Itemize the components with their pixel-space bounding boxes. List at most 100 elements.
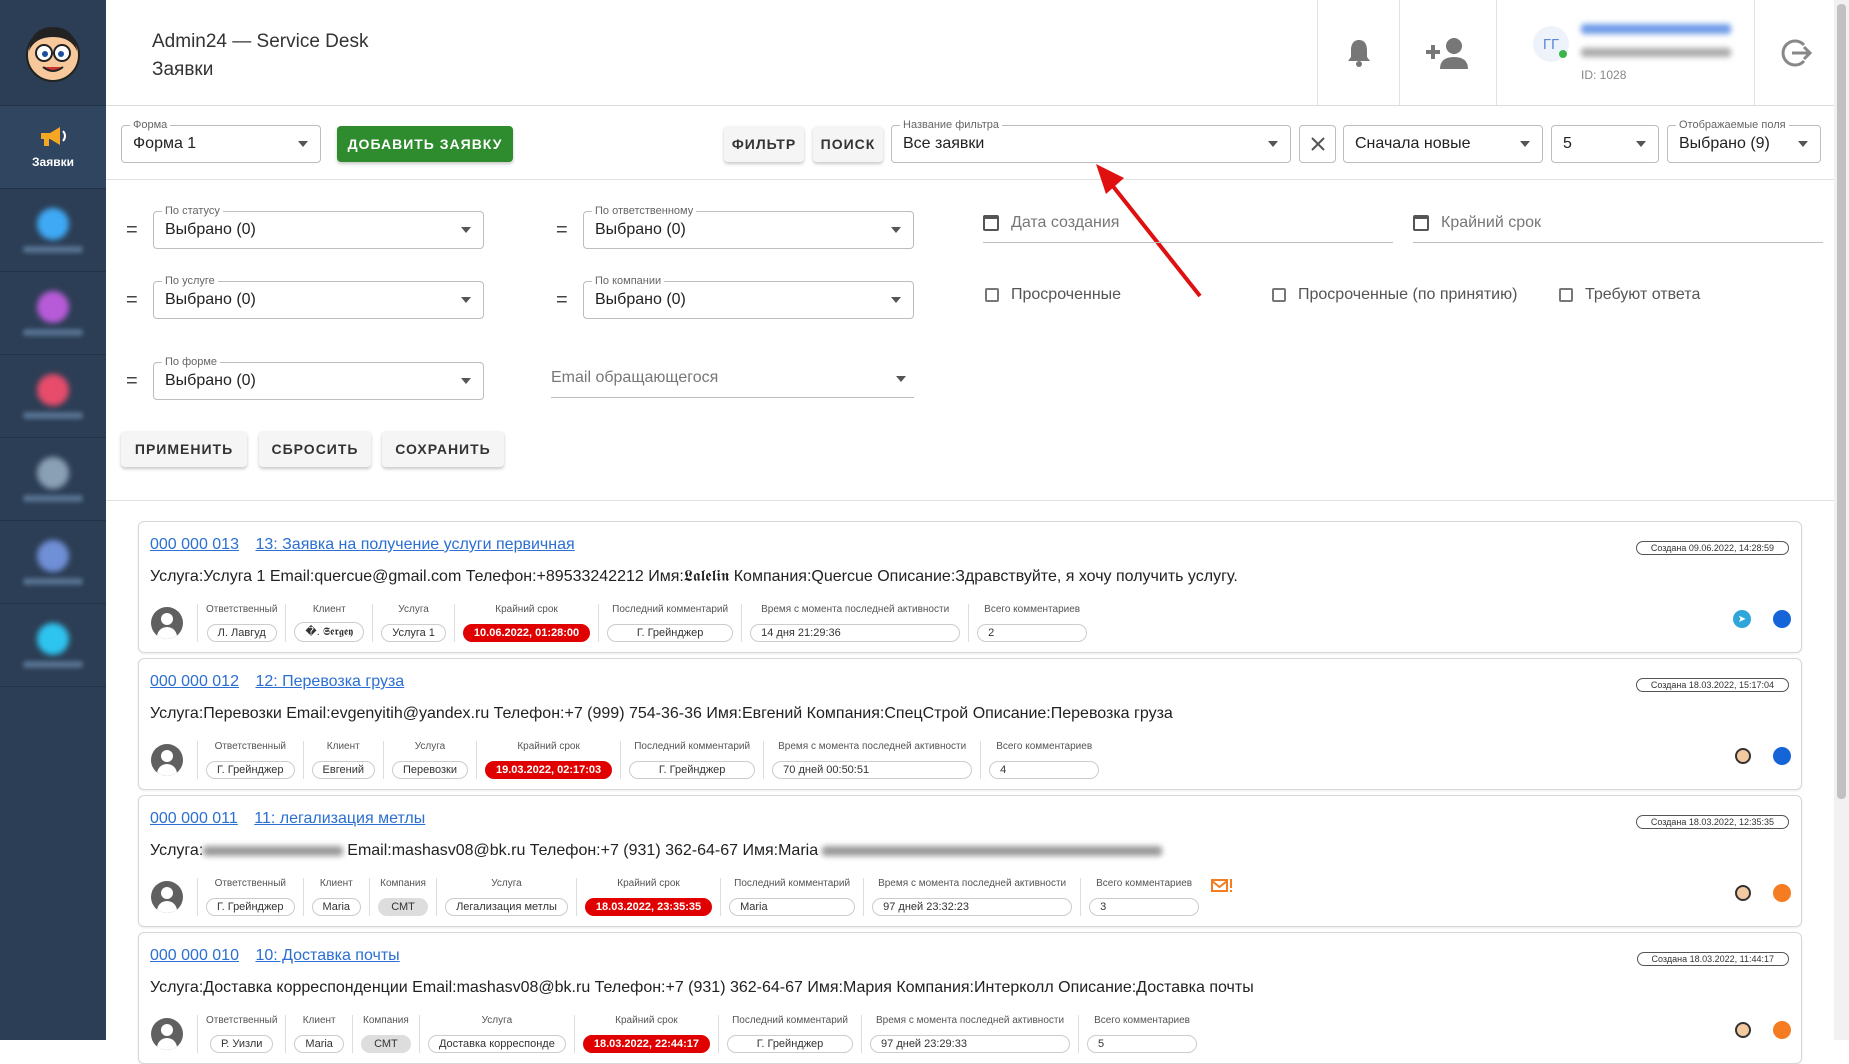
deadline-value: 19.03.2022, 02:17:03 [484, 761, 613, 779]
page-title: Заявки [152, 59, 214, 80]
save-button[interactable]: СОХРАНИТЬ [382, 431, 504, 467]
form-filter-select[interactable]: По форме Выбрано (0) [153, 355, 484, 400]
service-filter-select[interactable]: По услуге Выбрано (0) [153, 274, 484, 319]
service-value: Услуга 1 [381, 624, 446, 642]
agent-avatar-icon [1735, 885, 1751, 901]
ticket-number-link[interactable]: 000 000 011 [150, 810, 238, 827]
need-reply-checkbox[interactable]: Требуют ответа [1559, 286, 1700, 304]
filters-panel: = По статусу Выбрано (0) = По ответствен… [106, 181, 1834, 501]
company-filter-select[interactable]: По компании Выбрано (0) [583, 274, 914, 319]
add-ticket-button[interactable]: ДОБАВИТЬ ЗАЯВКУ [337, 126, 513, 162]
ticket-number-link[interactable]: 000 000 013 [150, 536, 239, 553]
responsible-value: Л. Лавгуд [206, 624, 277, 642]
logout-icon [1781, 39, 1812, 66]
clear-filter-button[interactable] [1299, 125, 1336, 163]
ticket-number-link[interactable]: 000 000 012 [150, 673, 239, 690]
user-name-blurred [1581, 24, 1731, 34]
activity-time-value: 97 дней 23:29:33 [870, 1035, 1071, 1053]
form-select[interactable]: Форма Форма 1 [121, 118, 321, 163]
ticket-card[interactable]: 000 000 011 11: легализация метлы Создан… [138, 795, 1802, 927]
status-filter-select[interactable]: По статусу Выбрано (0) [153, 204, 484, 249]
created-date-field[interactable]: Дата создания [983, 203, 1393, 243]
online-status-dot [1559, 50, 1567, 58]
sidebar-item-4[interactable] [0, 438, 106, 521]
ticket-card[interactable]: 000 000 013 13: Заявка на получение услу… [138, 521, 1802, 653]
deadline-date-field[interactable]: Крайний срок [1413, 203, 1823, 243]
created-badge: Создана 18.03.2022, 12:35:35 [1635, 815, 1789, 829]
apply-button[interactable]: ПРИМЕНИТЬ [121, 431, 247, 467]
sidebar-item-1[interactable] [0, 189, 106, 272]
sort-select[interactable]: Сначала новые [1343, 125, 1543, 163]
comments-count-value: 5 [1087, 1035, 1198, 1053]
ticket-title-link[interactable]: 12: Перевозка груза [255, 673, 404, 690]
last-comment-value: Г. Грейнджер [629, 761, 756, 779]
equals-operator-icon[interactable]: = [126, 219, 138, 242]
equals-operator-icon[interactable]: = [556, 219, 568, 242]
created-badge: Создана 18.03.2022, 11:44:17 [1636, 952, 1789, 966]
filter-name-select[interactable]: Название фильтра Все заявки [891, 118, 1291, 163]
calendar-icon [983, 214, 999, 231]
activity-time-value: 14 дня 21:29:36 [750, 624, 961, 642]
user-profile[interactable]: ГГ ID: 1028 [1496, 0, 1754, 105]
equals-operator-icon[interactable]: = [556, 289, 568, 312]
ticket-title-link[interactable]: 11: легализация метлы [254, 810, 425, 827]
scrollbar-thumb[interactable] [1837, 4, 1846, 799]
sidebar-item-tickets[interactable]: Заявки [0, 106, 106, 189]
unread-mail-icon [1211, 879, 1233, 892]
add-user-button[interactable] [1399, 0, 1496, 105]
avatar [151, 744, 183, 776]
deadline-value: 18.03.2022, 22:44:17 [582, 1035, 711, 1053]
redacted-text [203, 845, 344, 856]
ticket-description: Услуга:Услуга 1 Email:quercue@gmail.com … [150, 568, 1238, 585]
blurred-icon [37, 373, 69, 406]
ticket-number-link[interactable]: 000 000 010 [150, 947, 239, 964]
telegram-icon: ➤ [1733, 610, 1751, 628]
ticket-title-link[interactable]: 13: Заявка на получение услуги первичная [255, 536, 574, 553]
user-role-blurred [1581, 48, 1731, 57]
overdue-accept-checkbox[interactable]: Просроченные (по принятию) [1272, 286, 1517, 304]
sidebar-item-5[interactable] [0, 521, 106, 604]
responsible-filter-select[interactable]: По ответственному Выбрано (0) [583, 204, 914, 249]
sidebar-item-2[interactable] [0, 272, 106, 355]
page-size-select[interactable]: 5 [1551, 125, 1659, 163]
status-dot [1773, 747, 1791, 765]
reset-button[interactable]: СБРОСИТЬ [259, 431, 371, 467]
deadline-value: 10.06.2022, 01:28:00 [462, 624, 591, 642]
logout-button[interactable] [1754, 0, 1834, 105]
agent-avatar-icon [1735, 1022, 1751, 1038]
sidebar-item-3[interactable] [0, 355, 106, 438]
equals-operator-icon[interactable]: = [126, 370, 138, 393]
email-filter-input[interactable]: Email обращающегося [551, 358, 914, 398]
chevron-down-icon [1798, 141, 1808, 147]
responsible-value: Г. Грейнджер [206, 898, 295, 916]
comments-count-value: 4 [989, 761, 1100, 779]
overdue-checkbox[interactable]: Просроченные [985, 286, 1121, 304]
ticket-description: Услуга:Доставка корреспонденции Email:ma… [150, 979, 1254, 996]
client-value: Maria [311, 898, 362, 916]
ticket-card[interactable]: 000 000 010 10: Доставка почты Создана 1… [138, 932, 1802, 1064]
filter-button[interactable]: ФИЛЬТР [724, 126, 804, 162]
created-badge: Создана 09.06.2022, 14:28:59 [1635, 541, 1789, 555]
visible-fields-select[interactable]: Отображаемые поля Выбрано (9) [1667, 118, 1821, 163]
comments-count-value: 3 [1089, 898, 1200, 916]
responsible-value: Г. Грейнджер [206, 761, 295, 779]
app-logo[interactable] [0, 0, 106, 106]
ticket-card[interactable]: 000 000 012 12: Перевозка груза Создана … [138, 658, 1802, 790]
created-badge: Создана 18.03.2022, 15:17:04 [1635, 678, 1789, 692]
chevron-down-icon [461, 227, 471, 233]
equals-operator-icon[interactable]: = [126, 289, 138, 312]
search-button[interactable]: ПОИСК [813, 126, 883, 162]
notifications-button[interactable] [1317, 0, 1399, 105]
chevron-down-icon [1268, 141, 1278, 147]
chevron-down-icon [896, 376, 906, 382]
page-scrollbar[interactable] [1834, 0, 1849, 1040]
ticket-title-link[interactable]: 10: Доставка почты [255, 947, 399, 964]
service-value: Доставка корреспонде [427, 1035, 566, 1053]
activity-time-value: 70 дней 00:50:51 [772, 761, 973, 779]
last-comment-value: Г. Грейнджер [727, 1035, 854, 1053]
company-value: СМТ [360, 1035, 411, 1053]
chevron-down-icon [461, 297, 471, 303]
last-comment-value: Г. Грейнджер [607, 624, 734, 642]
sidebar-item-6[interactable] [0, 604, 106, 687]
blurred-icon [37, 539, 69, 572]
